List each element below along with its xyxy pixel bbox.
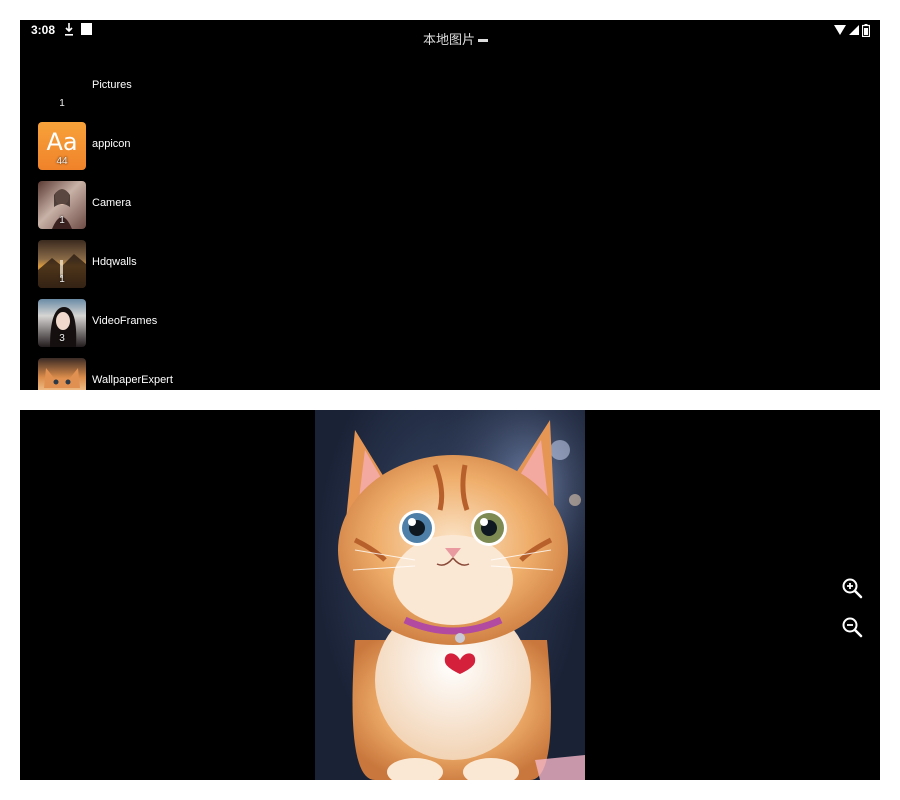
album-name: appicon <box>92 138 131 150</box>
album-item-pictures[interactable]: 1 Pictures <box>20 60 880 119</box>
album-item-hdqwalls[interactable]: 1 Hdqwalls <box>20 237 880 296</box>
album-name: VideoFrames <box>92 315 158 327</box>
album-count: 3 <box>59 333 65 344</box>
album-name: WallpaperExpert <box>92 374 173 386</box>
app-title: 本地图片 <box>423 33 489 45</box>
app-title-text: 本地图片 <box>423 33 476 45</box>
battery-icon <box>862 23 870 37</box>
album-name: Camera <box>92 197 132 209</box>
kitten-photo-icon <box>44 368 80 388</box>
album-list-screen: 3:08 本地图片 1 Pictures Aa 44 appicon 1 Cam… <box>20 20 880 390</box>
album-count: 1 <box>59 98 65 109</box>
zoom-in-icon[interactable] <box>840 576 864 600</box>
kitten-image <box>315 410 585 780</box>
album-item-appicon[interactable]: Aa 44 appicon <box>20 119 880 178</box>
album-name: Pictures <box>92 79 132 91</box>
title-dropdown-icon[interactable] <box>478 39 489 43</box>
album-count: 1 <box>59 215 65 226</box>
app-icon-letters: Aa <box>46 128 78 156</box>
album-item-wallpaperexpert[interactable]: WallpaperExpert <box>20 355 880 390</box>
album-thumbnail <box>38 358 86 390</box>
wifi-icon <box>834 25 846 35</box>
image-viewer-screen <box>20 410 880 780</box>
album-name: Hdqwalls <box>92 256 137 268</box>
signal-icon <box>849 25 859 35</box>
status-time: 3:08 <box>31 23 56 37</box>
zoom-out-icon[interactable] <box>840 615 864 639</box>
album-count: 44 <box>56 156 68 167</box>
download-icon <box>65 23 73 36</box>
album-list: 1 Pictures Aa 44 appicon 1 Camera 1 Hdqw… <box>20 60 880 390</box>
album-item-videoframes[interactable]: 3 VideoFrames <box>20 296 880 355</box>
status-icons <box>834 23 870 37</box>
viewer-image[interactable] <box>315 410 585 780</box>
album-count: 1 <box>59 274 65 285</box>
notification-square-icon <box>81 23 92 35</box>
album-item-camera[interactable]: 1 Camera <box>20 178 880 237</box>
